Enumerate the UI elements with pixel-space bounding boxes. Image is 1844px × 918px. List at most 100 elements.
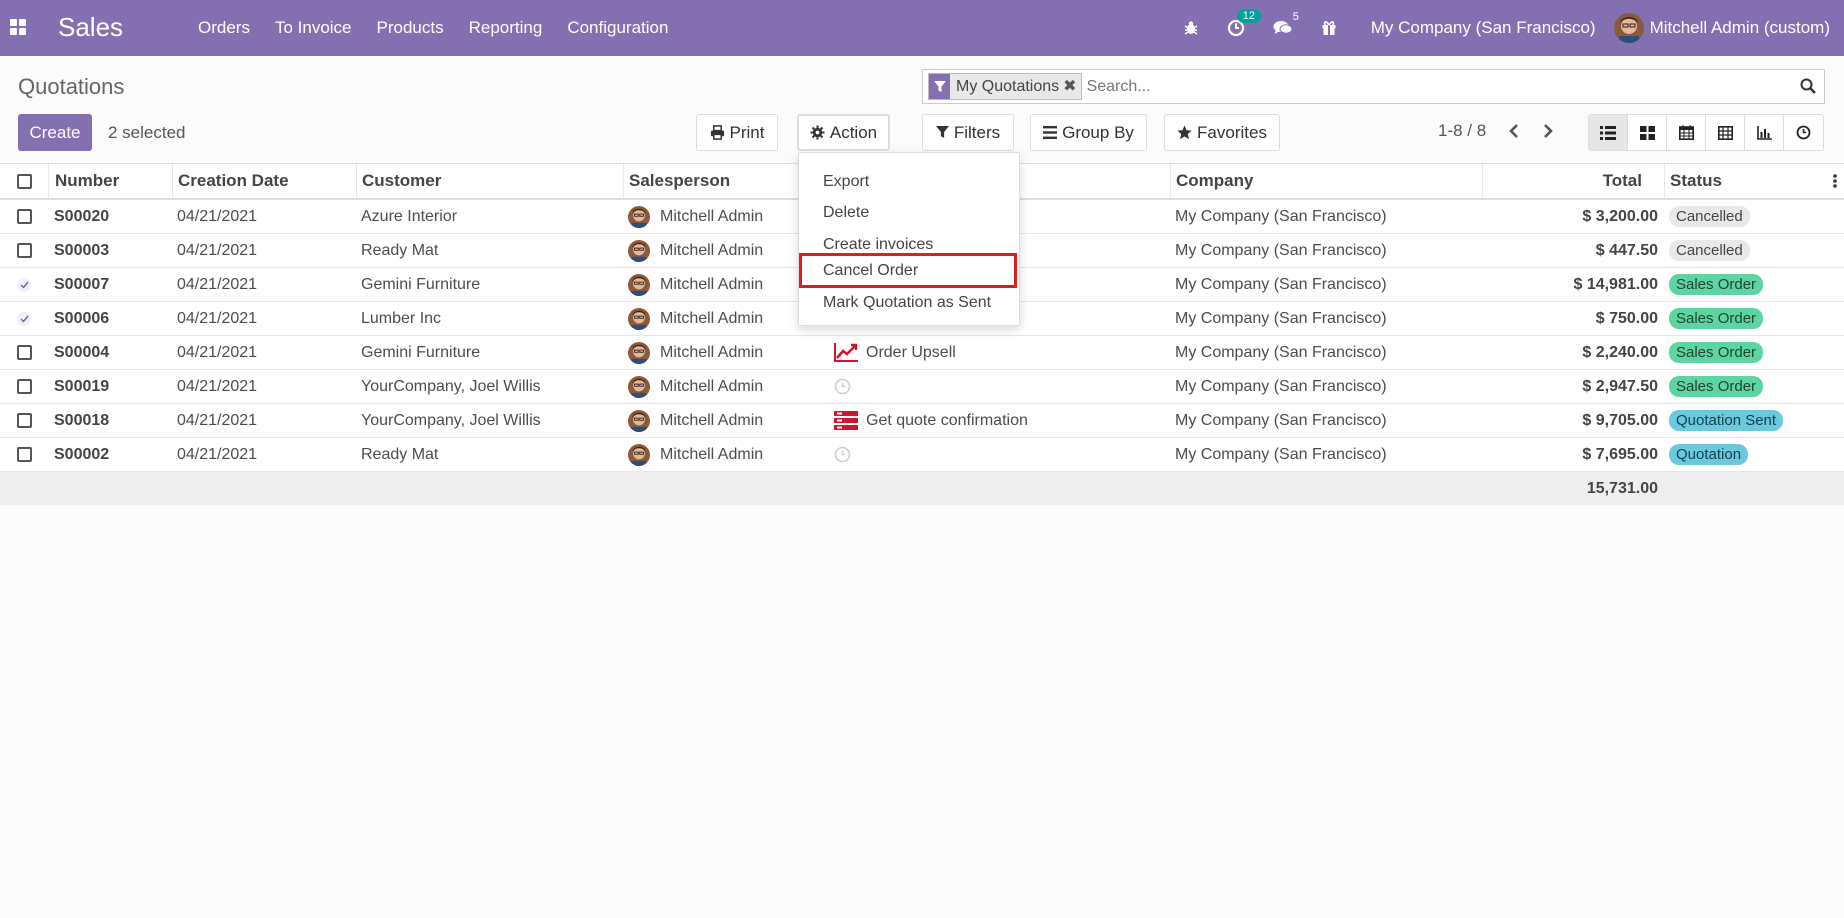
- creation-date: 04/21/2021: [177, 207, 258, 225]
- order-total: $ 2,240.00: [1582, 343, 1658, 361]
- group-by-button[interactable]: Group By: [1030, 114, 1147, 151]
- debug-bug-icon[interactable]: [1183, 20, 1199, 36]
- activity-cell[interactable]: [834, 370, 859, 403]
- optional-columns-icon[interactable]: [1833, 164, 1837, 198]
- cancel-order-highlight-box: [799, 253, 1017, 288]
- creation-date: 04/21/2021: [177, 377, 258, 395]
- status-badge: Sales Order: [1669, 274, 1764, 295]
- kanban-view-icon[interactable]: [1628, 115, 1667, 150]
- status-badge: Sales Order: [1669, 376, 1764, 397]
- activity-cell[interactable]: Get quote confirmation: [834, 404, 1028, 437]
- table-row[interactable]: S00019 04/21/2021 YourCompany, Joel Willis…: [0, 370, 1844, 404]
- search-icon[interactable]: [1800, 78, 1816, 99]
- footer-total-sum: 15,731.00: [1586, 479, 1658, 497]
- header-total[interactable]: Total: [1560, 164, 1642, 198]
- salesperson-avatar: [628, 239, 650, 262]
- gift-icon[interactable]: [1321, 20, 1337, 36]
- user-menu[interactable]: Mitchell Admin (custom): [1613, 13, 1830, 43]
- action-button[interactable]: Action: [797, 114, 890, 151]
- row-checkbox[interactable]: [17, 302, 31, 335]
- chart-line-icon[interactable]: [834, 343, 858, 362]
- menu-orders[interactable]: Orders: [198, 18, 250, 38]
- salesperson-name: Mitchell Admin: [660, 309, 764, 327]
- pager-previous-icon[interactable]: [1508, 123, 1520, 144]
- order-total: $ 750.00: [1595, 309, 1658, 327]
- customer-name: Ready Mat: [361, 445, 439, 463]
- search-input[interactable]: [1086, 77, 1824, 96]
- activity-view-icon[interactable]: [1784, 115, 1823, 150]
- favorites-button[interactable]: Favorites: [1164, 114, 1280, 151]
- status-badge: Cancelled: [1669, 206, 1750, 227]
- app-title[interactable]: Sales: [58, 12, 123, 43]
- creation-date: 04/21/2021: [177, 445, 258, 463]
- select-all-checkbox[interactable]: [17, 164, 32, 198]
- row-checkbox[interactable]: [17, 268, 31, 301]
- order-total: $ 14,981.00: [1573, 275, 1658, 293]
- status-badge: Cancelled: [1669, 240, 1750, 261]
- apps-menu-icon[interactable]: [10, 19, 26, 35]
- action-delete[interactable]: Delete: [799, 197, 1019, 228]
- menu-configuration[interactable]: Configuration: [567, 18, 668, 38]
- row-checkbox[interactable]: [17, 336, 32, 369]
- company-name: My Company (San Francisco): [1175, 207, 1387, 225]
- status-cell: Sales Order: [1669, 268, 1764, 301]
- print-button[interactable]: Print: [696, 114, 778, 151]
- graph-view-icon[interactable]: [1745, 115, 1784, 150]
- activity-cell[interactable]: [834, 438, 859, 471]
- calendar-view-icon[interactable]: [1667, 115, 1706, 150]
- salesperson: Mitchell Admin: [628, 268, 763, 301]
- company-name: My Company (San Francisco): [1175, 445, 1387, 463]
- filter-icon: [935, 126, 949, 138]
- activity-cell[interactable]: Order Upsell: [834, 336, 956, 369]
- activity-clock-icon[interactable]: 12: [1227, 9, 1261, 37]
- header-status[interactable]: Status: [1670, 164, 1722, 198]
- action-export[interactable]: Export: [799, 166, 1019, 197]
- status-cell: Cancelled: [1669, 234, 1750, 267]
- action-mark-quotation-sent[interactable]: Mark Quotation as Sent: [799, 287, 1019, 318]
- menu-products[interactable]: Products: [377, 18, 444, 38]
- header-customer[interactable]: Customer: [362, 164, 441, 198]
- gear-icon: [810, 125, 825, 140]
- customer-name: YourCompany, Joel Willis: [361, 411, 541, 429]
- company-switcher[interactable]: My Company (San Francisco): [1371, 18, 1596, 38]
- order-number: S00018: [54, 411, 110, 429]
- messages-chat-icon[interactable]: 5: [1273, 11, 1299, 36]
- row-checkbox[interactable]: [17, 404, 32, 437]
- status-badge: Sales Order: [1669, 308, 1764, 329]
- customer-name: YourCompany, Joel Willis: [361, 377, 541, 395]
- checkmark-icon: [17, 311, 31, 326]
- salesperson-name: Mitchell Admin: [660, 411, 764, 429]
- order-total: $ 9,705.00: [1582, 411, 1658, 429]
- action-dropdown-menu: Export Delete Create invoices Cancel Ord…: [798, 152, 1020, 326]
- menu-reporting[interactable]: Reporting: [469, 18, 543, 38]
- pager-value[interactable]: 1-8 / 8: [1438, 121, 1486, 141]
- list-view-icon[interactable]: [1589, 115, 1628, 150]
- filters-button[interactable]: Filters: [922, 114, 1014, 151]
- pivot-view-icon[interactable]: [1706, 115, 1745, 150]
- activity-count-badge: 12: [1236, 9, 1261, 23]
- table-row[interactable]: S00002 04/21/2021 Ready Mat Mitchell Admin M…: [0, 438, 1844, 472]
- row-checkbox[interactable]: [17, 200, 32, 233]
- row-checkbox[interactable]: [17, 438, 32, 471]
- status-cell: Quotation Sent: [1669, 404, 1784, 437]
- header-number[interactable]: Number: [55, 164, 119, 198]
- row-checkbox[interactable]: [17, 234, 32, 267]
- menu-to-invoice[interactable]: To Invoice: [275, 18, 352, 38]
- checkmark-icon: [17, 277, 31, 292]
- pager-next-icon[interactable]: [1542, 123, 1554, 144]
- clock-icon[interactable]: [834, 446, 851, 463]
- remove-facet-icon[interactable]: ✖: [1063, 74, 1080, 99]
- tasks-icon[interactable]: [834, 411, 858, 430]
- table-row[interactable]: S00018 04/21/2021 YourCompany, Joel Willis…: [0, 404, 1844, 438]
- table-row[interactable]: S00004 04/21/2021 Gemini Furniture Mitchell…: [0, 336, 1844, 370]
- header-salesperson[interactable]: Salesperson: [629, 164, 730, 198]
- order-number: S00003: [54, 241, 110, 259]
- print-label: Print: [729, 122, 765, 142]
- action-label: Action: [829, 122, 878, 142]
- header-creation-date[interactable]: Creation Date: [178, 164, 289, 198]
- header-company[interactable]: Company: [1176, 164, 1253, 198]
- clock-icon[interactable]: [834, 378, 851, 395]
- create-button[interactable]: Create: [18, 114, 92, 151]
- company-name: My Company (San Francisco): [1175, 343, 1387, 361]
- row-checkbox[interactable]: [17, 370, 32, 403]
